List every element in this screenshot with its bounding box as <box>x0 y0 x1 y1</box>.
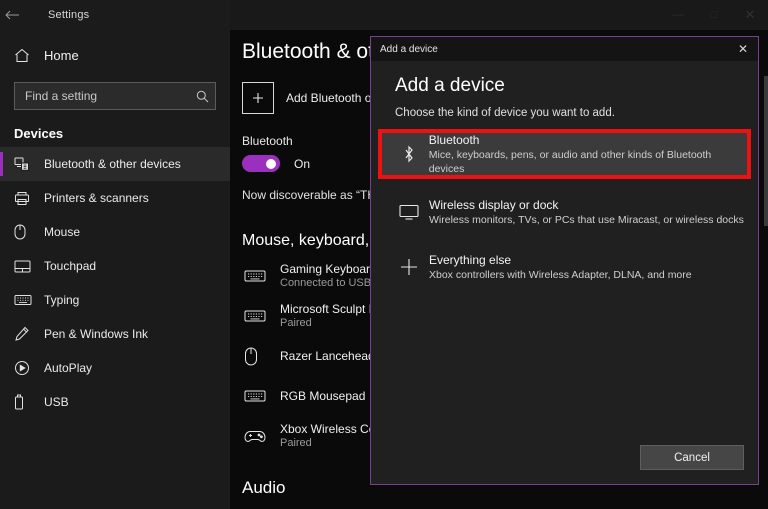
device-text: Razer Lancehead <box>280 349 375 364</box>
bluetooth-icon <box>395 144 423 164</box>
sidebar-item-home[interactable]: Home <box>0 38 230 72</box>
pen-icon <box>14 326 36 342</box>
dialog-option-name: Everything else <box>429 252 692 268</box>
search-box[interactable] <box>14 82 216 110</box>
sidebar-item-typing[interactable]: Typing <box>0 283 230 317</box>
sidebar-item-label: Pen & Windows Ink <box>44 327 148 341</box>
keyboard-icon <box>244 269 274 283</box>
window-title: Settings <box>48 9 89 21</box>
usb-icon <box>14 394 36 410</box>
touchpad-icon <box>14 260 36 273</box>
back-arrow-icon[interactable] <box>4 9 38 21</box>
device-name: RGB Mousepad <box>280 389 365 404</box>
search-icon <box>196 90 209 103</box>
sidebar-item-label: Typing <box>44 293 79 307</box>
dialog-option-description: Mice, keyboards, pens, or audio and othe… <box>429 148 747 176</box>
titlebar-left-region: Settings <box>0 0 230 30</box>
sidebar-item-usb[interactable]: USB <box>0 385 230 419</box>
dialog-option-description: Xbox controllers with Wireless Adapter, … <box>429 268 692 282</box>
sidebar-item-label: AutoPlay <box>44 361 92 375</box>
sidebar-item-label: Mouse <box>44 225 80 239</box>
device-name: Razer Lancehead <box>280 349 375 364</box>
dialog-option-description: Wireless monitors, TVs, or PCs that use … <box>429 213 744 227</box>
dialog-option-wireless-display[interactable]: Wireless display or dock Wireless monito… <box>382 191 747 233</box>
dialog-footer: Cancel <box>640 445 744 470</box>
gamepad-icon <box>244 429 274 444</box>
sidebar-section-title: Devices <box>0 110 230 147</box>
sidebar-item-label: Printers & scanners <box>44 191 149 205</box>
window-controls: — □ ✕ <box>660 0 768 30</box>
cancel-button[interactable]: Cancel <box>640 445 744 470</box>
dialog-option-bluetooth[interactable]: Bluetooth Mice, keyboards, pens, or audi… <box>382 133 747 175</box>
dialog-option-text: Everything else Xbox controllers with Wi… <box>429 252 692 282</box>
printer-icon <box>14 191 36 206</box>
add-device-dialog: Add a device ✕ Add a device Choose the k… <box>370 36 759 485</box>
search-input[interactable] <box>23 88 196 104</box>
sidebar-item-bluetooth-other-devices[interactable]: Bluetooth & other devices <box>0 147 230 181</box>
scrollbar-thumb[interactable] <box>764 76 768 226</box>
dialog-options-list: Bluetooth Mice, keyboards, pens, or audi… <box>371 133 758 288</box>
window-titlebar: Settings — □ ✕ <box>0 0 768 30</box>
option-spacer <box>371 233 758 246</box>
dialog-body: Add a device Choose the kind of device y… <box>371 61 758 484</box>
dialog-close-button[interactable]: ✕ <box>728 37 758 61</box>
bluetooth-devices-icon <box>14 157 36 171</box>
sidebar-item-touchpad[interactable]: Touchpad <box>0 249 230 283</box>
plus-icon <box>395 257 423 277</box>
sidebar-item-pen-windows-ink[interactable]: Pen & Windows Ink <box>0 317 230 351</box>
sidebar: Home Devices <box>0 30 230 509</box>
sidebar-home-label: Home <box>44 48 79 63</box>
dialog-option-text: Wireless display or dock Wireless monito… <box>429 197 744 227</box>
content-scrollbar[interactable] <box>764 30 768 509</box>
sidebar-item-mouse[interactable]: Mouse <box>0 215 230 249</box>
sidebar-item-label: Bluetooth & other devices <box>44 157 181 171</box>
close-button[interactable]: ✕ <box>732 0 768 30</box>
dialog-option-everything-else[interactable]: Everything else Xbox controllers with Wi… <box>382 246 747 288</box>
home-icon <box>14 48 36 63</box>
minimize-button[interactable]: — <box>660 0 696 30</box>
maximize-button[interactable]: □ <box>696 0 732 30</box>
sidebar-item-label: Touchpad <box>44 259 96 273</box>
sidebar-item-printers-scanners[interactable]: Printers & scanners <box>0 181 230 215</box>
bluetooth-toggle[interactable] <box>242 155 280 172</box>
keyboard-icon <box>244 309 274 323</box>
dialog-titlebar: Add a device ✕ <box>371 37 758 61</box>
keyboard-icon <box>244 389 274 403</box>
toggle-knob <box>266 159 276 169</box>
sidebar-item-label: USB <box>44 395 69 409</box>
mouse-icon <box>244 347 274 366</box>
display-icon <box>395 204 423 220</box>
app-root: Settings — □ ✕ Home <box>0 0 768 509</box>
mouse-icon <box>14 224 36 240</box>
autoplay-icon <box>14 360 36 376</box>
keyboard-icon <box>14 294 36 306</box>
dialog-option-text: Bluetooth Mice, keyboards, pens, or audi… <box>429 132 747 177</box>
dialog-option-name: Bluetooth <box>429 132 747 148</box>
dialog-titlebar-title: Add a device <box>380 44 438 55</box>
dialog-subheading: Choose the kind of device you want to ad… <box>371 97 758 119</box>
dialog-heading: Add a device <box>371 61 758 97</box>
dialog-option-name: Wireless display or dock <box>429 197 744 213</box>
plus-icon <box>242 82 274 114</box>
sidebar-item-autoplay[interactable]: AutoPlay <box>0 351 230 385</box>
device-text: RGB Mousepad <box>280 389 365 404</box>
bluetooth-toggle-state: On <box>294 157 310 171</box>
option-spacer <box>371 178 758 191</box>
